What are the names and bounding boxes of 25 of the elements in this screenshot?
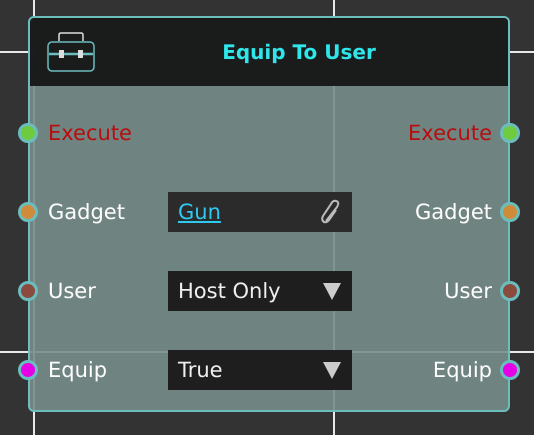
paperclip-icon (320, 198, 342, 224)
asset-link[interactable]: Gun (178, 200, 221, 224)
output-pin[interactable] (500, 360, 520, 380)
output-label: Gadget (414, 200, 492, 224)
input-label: Gadget (48, 200, 126, 224)
caret-icon (322, 280, 342, 300)
dropdown[interactable]: True (168, 350, 352, 390)
caret-icon (322, 360, 342, 380)
output-label: Equip (432, 358, 492, 382)
input-pin[interactable] (18, 122, 38, 142)
output-label: User (443, 278, 492, 302)
output-label: Execute (407, 120, 492, 144)
dropdown[interactable]: Host Only (168, 270, 352, 310)
output-pin[interactable] (500, 280, 520, 300)
input-label: Equip (48, 358, 108, 382)
toolbox-icon (46, 31, 96, 73)
input-label: Execute (48, 120, 133, 144)
input-label: User (48, 278, 97, 302)
output-pin[interactable] (500, 122, 520, 142)
asset-field[interactable]: Gun (168, 192, 352, 232)
input-pin[interactable] (18, 202, 38, 222)
node-title: Equip To User (221, 40, 377, 64)
input-pin[interactable] (18, 280, 38, 300)
input-pin[interactable] (18, 360, 38, 380)
output-pin[interactable] (500, 202, 520, 222)
